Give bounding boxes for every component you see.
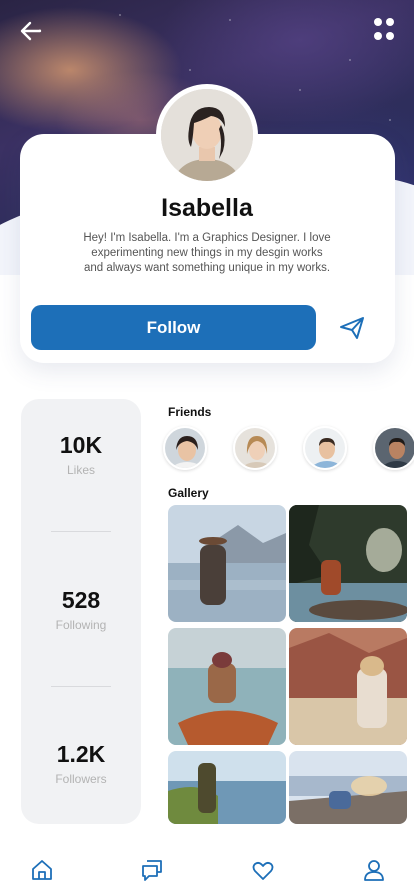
stat-likes: 10K Likes [21,432,141,477]
send-message-button[interactable] [338,314,366,342]
friend-avatar[interactable] [303,426,347,470]
profile-bio: Hey! I'm Isabella. I'm a Graphics Design… [83,232,331,274]
stat-followers[interactable]: 1.2K Followers [21,741,141,786]
friends-title: Friends [168,405,212,419]
nav-home-button[interactable] [30,858,54,882]
arrow-left-icon [20,21,42,41]
gallery-photo[interactable] [289,751,407,824]
nav-favorites-button[interactable] [251,858,275,882]
gallery-photo[interactable] [168,628,286,745]
user-icon [364,860,384,881]
home-icon [32,860,52,880]
follow-button[interactable]: Follow [31,305,316,350]
profile-name: Isabella [161,194,253,222]
profile-avatar[interactable] [156,84,258,186]
stat-value: 528 [61,587,101,613]
gallery-photo[interactable] [168,751,286,824]
gallery-photo[interactable] [168,505,286,622]
friend-avatar[interactable] [373,426,414,470]
stat-label: Likes [66,463,95,477]
stat-value: 10K [59,432,103,458]
stat-following[interactable]: 528 Following [21,587,141,632]
gallery-title: Gallery [168,486,209,500]
gallery-photo[interactable] [289,628,407,745]
gallery-photo[interactable] [289,505,407,622]
friend-avatar[interactable] [163,426,207,470]
stat-label: Followers [55,772,107,786]
stat-label: Following [55,618,107,632]
stats-panel: 10K Likes 528 Following 1.2K Followers [21,399,141,824]
nav-chat-button[interactable] [140,858,164,882]
friend-avatar[interactable] [233,426,277,470]
menu-button[interactable] [374,18,398,42]
divider [51,686,111,687]
heart-icon [252,861,274,880]
nav-profile-button[interactable] [362,858,386,882]
grid-dots-icon [374,18,382,26]
avatar-image [161,89,253,181]
paper-plane-icon [340,317,364,339]
back-button[interactable] [16,16,46,46]
divider [51,531,111,532]
chat-icon [142,860,162,881]
stat-value: 1.2K [56,741,106,767]
